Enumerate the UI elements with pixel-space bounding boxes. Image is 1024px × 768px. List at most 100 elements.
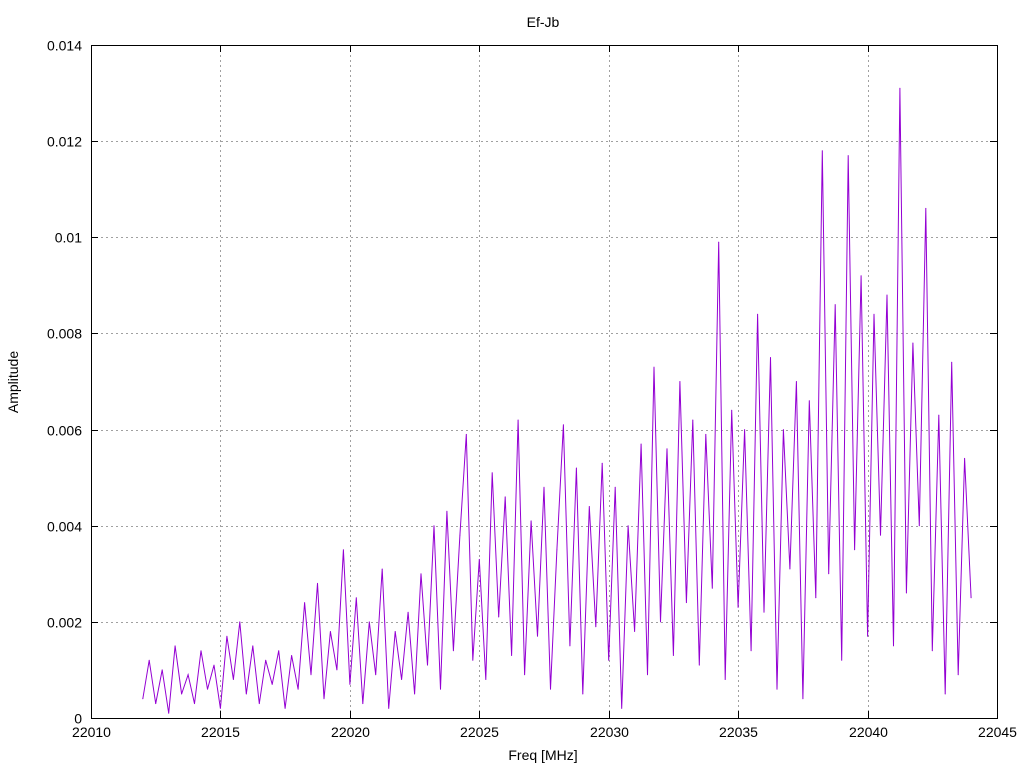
- data-point: [653, 366, 655, 368]
- data-point: [880, 534, 881, 536]
- data-point: [608, 659, 610, 661]
- data-point: [161, 669, 163, 671]
- data-point: [524, 674, 526, 676]
- data-point: [478, 558, 480, 560]
- data-point: [834, 304, 836, 306]
- data-point: [459, 534, 461, 536]
- data-point: [543, 486, 545, 488]
- data-point: [200, 650, 202, 652]
- data-point: [284, 707, 286, 709]
- data-point: [194, 703, 195, 705]
- data-point: [666, 448, 668, 450]
- data-point: [951, 361, 953, 363]
- data-point: [252, 645, 254, 647]
- data-point: [647, 674, 648, 676]
- axis-ticks: [91, 45, 998, 719]
- data-point: [155, 703, 157, 705]
- data-point: [905, 592, 907, 594]
- data-point: [407, 611, 409, 613]
- data-point: [750, 650, 752, 652]
- data-point: [317, 582, 318, 584]
- data-point: [226, 635, 228, 637]
- data-point: [504, 496, 506, 498]
- data-point: [511, 655, 513, 656]
- data-point: [912, 342, 914, 344]
- data-point: [737, 606, 739, 608]
- data-point: [841, 659, 843, 661]
- data-point: [660, 621, 661, 623]
- data-point: [724, 679, 726, 680]
- data-point: [899, 87, 901, 89]
- data-point: [368, 621, 370, 623]
- data-point: [355, 597, 357, 599]
- data-point: [795, 381, 797, 382]
- data-point: [440, 688, 441, 690]
- data-point: [808, 400, 810, 402]
- data-point: [336, 669, 338, 671]
- data-point: [867, 635, 869, 637]
- data-point: [207, 688, 208, 690]
- data-point: [821, 150, 823, 152]
- data-point: [362, 703, 364, 705]
- data-point: [672, 655, 674, 656]
- data-point: [329, 631, 331, 632]
- data-point: [588, 506, 590, 507]
- data-point: [465, 433, 467, 435]
- data-point: [640, 443, 642, 445]
- data-point: [381, 568, 383, 570]
- y-tick-label: 0.01: [55, 230, 82, 246]
- data-point: [744, 429, 746, 431]
- data-point: [860, 275, 862, 277]
- x-tick-label: 22035: [719, 724, 758, 740]
- data-point: [918, 525, 920, 527]
- data-point: [893, 645, 894, 647]
- data-point: [698, 664, 700, 666]
- data-point: [782, 429, 784, 431]
- data-point: [582, 693, 584, 695]
- y-tick-label: 0.014: [47, 38, 82, 54]
- data-point: [944, 693, 946, 695]
- data-point: [556, 549, 558, 551]
- data-point: [291, 655, 293, 656]
- data-point: [705, 433, 707, 435]
- data-point: [245, 693, 247, 695]
- x-tick-label: 22030: [590, 724, 629, 740]
- data-point: [375, 674, 377, 676]
- data-point: [168, 712, 170, 714]
- x-axis-label: Freq [MHz]: [508, 747, 577, 763]
- data-point: [517, 419, 519, 421]
- data-point: [349, 683, 351, 685]
- data-point: [452, 650, 454, 652]
- chart: Ef-Jb Freq [MHz] Amplitude 22010 22015 220…: [5, 14, 1017, 763]
- x-tick-label: 22040: [849, 724, 888, 740]
- data-point: [433, 525, 435, 527]
- x-tick-label: 22045: [978, 724, 1017, 740]
- series-line: [142, 88, 972, 714]
- data-point: [310, 674, 312, 676]
- data-point: [239, 621, 241, 623]
- data-point: [776, 688, 778, 690]
- x-tick-label: 22015: [201, 724, 240, 740]
- y-tick-label: 0.012: [47, 134, 82, 150]
- grid-lines: [91, 45, 997, 718]
- data-point: [472, 659, 474, 661]
- y-tick-label: 0.002: [47, 615, 82, 631]
- data-point: [232, 679, 234, 680]
- data-point: [634, 631, 636, 632]
- data-point: [414, 693, 416, 695]
- data-point: [148, 659, 150, 661]
- data-point: [401, 679, 403, 680]
- data-point: [323, 698, 325, 700]
- y-tick-label: 0.006: [47, 423, 82, 439]
- data-point: [258, 703, 260, 705]
- data-point: [828, 573, 830, 575]
- data-point: [446, 510, 448, 512]
- y-tick-label: 0: [74, 711, 82, 727]
- data-point: [265, 659, 267, 661]
- plot-series: [142, 87, 972, 714]
- data-point: [614, 486, 616, 488]
- data-point: [181, 693, 183, 695]
- data-point: [763, 611, 765, 613]
- y-axis-label: Amplitude: [5, 351, 21, 413]
- x-tick-label: 22020: [331, 724, 370, 740]
